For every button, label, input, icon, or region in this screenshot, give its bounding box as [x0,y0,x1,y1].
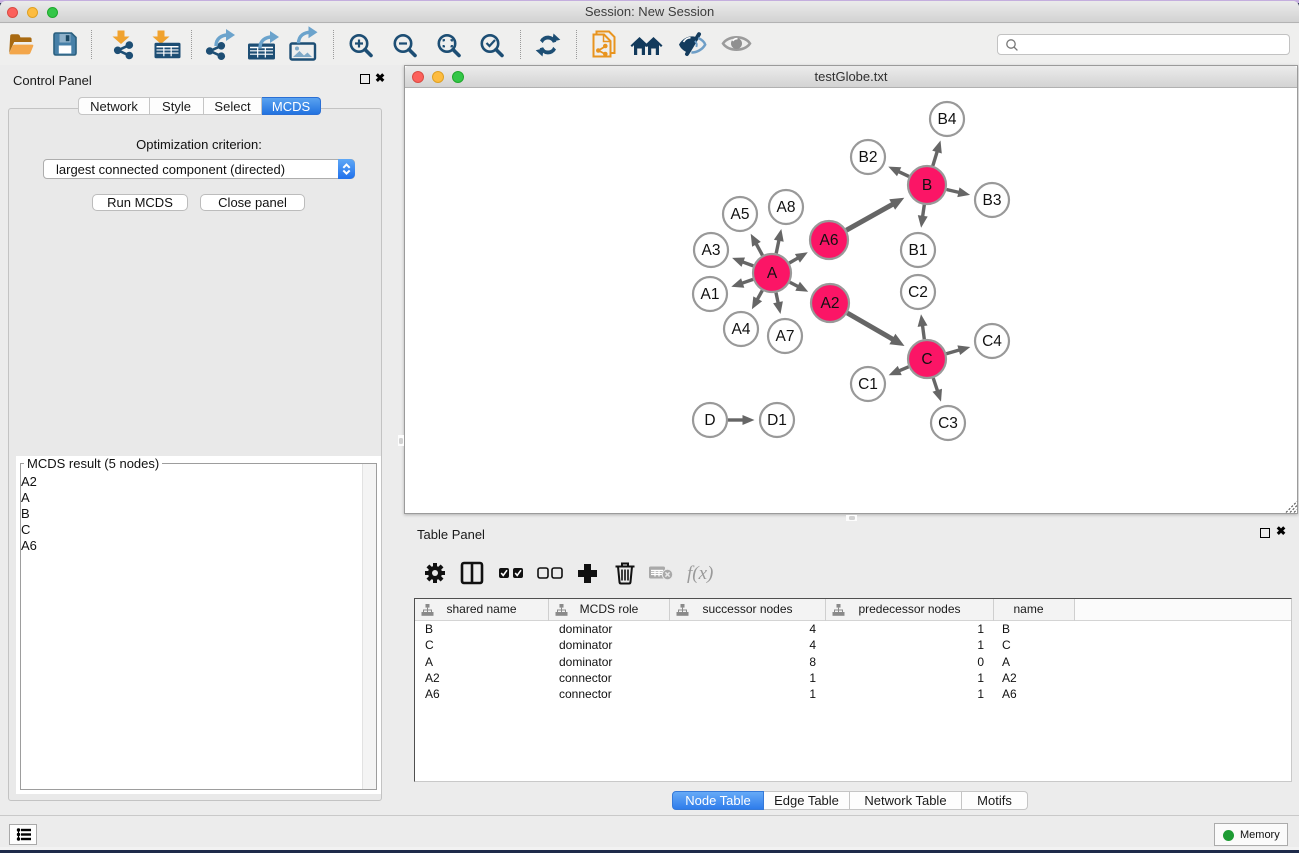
svg-text:A7: A7 [776,328,795,345]
svg-text:C1: C1 [858,376,878,393]
svg-text:D: D [704,412,715,429]
svg-text:A3: A3 [702,242,721,259]
svg-text:f(x): f(x) [687,563,713,584]
svg-text:A2: A2 [821,295,840,312]
svg-text:A6: A6 [820,232,839,249]
svg-text:C2: C2 [908,284,928,301]
svg-text:C: C [921,351,932,368]
svg-text:C3: C3 [938,415,958,432]
svg-text:B4: B4 [938,111,957,128]
svg-text:B2: B2 [859,149,878,166]
svg-text:A4: A4 [732,321,751,338]
svg-text:C4: C4 [982,333,1002,350]
svg-text:B3: B3 [983,192,1002,209]
svg-text:B1: B1 [909,242,928,259]
svg-text:A1: A1 [701,286,720,303]
svg-text:A: A [767,265,778,282]
svg-text:B: B [922,177,932,194]
svg-text:D1: D1 [767,412,787,429]
svg-text:A8: A8 [777,199,796,216]
svg-text:A5: A5 [731,206,750,223]
